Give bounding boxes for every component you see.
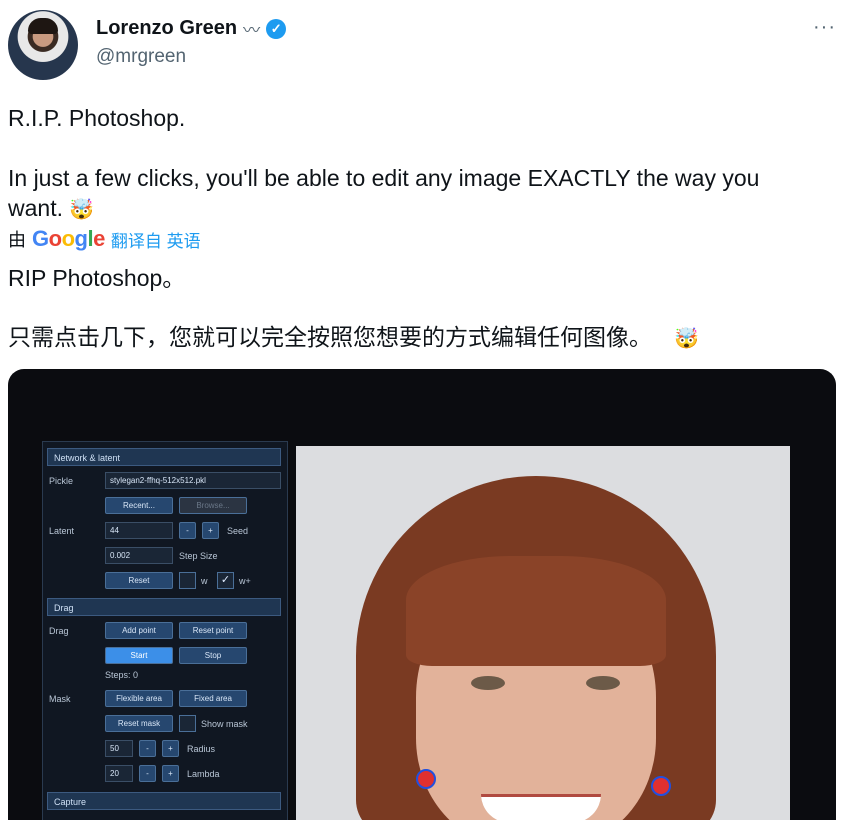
radius-field: 50 xyxy=(105,740,133,757)
seed-plus-button: + xyxy=(202,522,219,539)
browse-button: Browse... xyxy=(179,497,247,514)
google-logo-letter: o xyxy=(48,226,62,251)
bangs-shape xyxy=(406,556,666,666)
translated-line-2-text: 只需点击几下，您就可以完全按照您想要的方式编辑任何图像。 xyxy=(8,324,652,350)
tweet-line-1: R.I.P. Photoshop. xyxy=(8,105,186,131)
reset-button: Reset xyxy=(105,572,173,589)
portrait-image xyxy=(296,446,790,820)
lambda-label: Lambda xyxy=(187,769,220,779)
w-label: w xyxy=(201,576,208,586)
left-eye-shape xyxy=(471,676,505,690)
radius-label: Radius xyxy=(187,744,216,754)
avatar[interactable] xyxy=(8,10,78,80)
handle-point-left-icon xyxy=(416,769,436,789)
google-logo[interactable]: Google xyxy=(32,226,105,252)
seed-label: Seed xyxy=(227,526,249,536)
name-suffix-icon: 〰 xyxy=(243,21,261,40)
mouth-shape xyxy=(481,794,601,820)
handle-point-right-icon xyxy=(651,776,671,796)
steps-label: Steps: 0 xyxy=(105,670,139,680)
draggan-control-panel: Network & latent Pickle stylegan2-ffhq-5… xyxy=(42,441,288,820)
google-logo-letter: e xyxy=(93,226,105,251)
radius-minus-button: - xyxy=(139,740,156,757)
tweet-line-2b-text: want. xyxy=(8,195,63,221)
exploding-head-emoji-icon: 🤯 xyxy=(674,328,700,350)
translation-attribution: 由 Google 翻译自 英语 xyxy=(8,226,201,252)
step-size-label: Step Size xyxy=(179,551,218,561)
more-options-icon[interactable]: ··· xyxy=(813,16,836,39)
drag-label: Drag xyxy=(49,626,69,636)
tweet-header: Lorenzo Green 〰 ✓ @mrgreen ··· xyxy=(8,10,836,82)
reset-point-button: Reset point xyxy=(179,622,247,639)
pickle-label: Pickle xyxy=(49,476,74,486)
author-name[interactable]: Lorenzo Green xyxy=(96,17,237,40)
stop-button: Stop xyxy=(179,647,247,664)
tweet-line-2b: want. 🤯 xyxy=(8,193,838,225)
tweet-media-video[interactable]: Network & latent Pickle stylegan2-ffhq-5… xyxy=(8,369,836,820)
reset-mask-button: Reset mask xyxy=(105,715,173,732)
translated-line-1: RIP Photoshop。 xyxy=(8,265,186,291)
lambda-field: 20 xyxy=(105,765,133,782)
google-logo-letter: o xyxy=(61,226,75,251)
w-plus-label: w+ xyxy=(239,576,251,586)
add-point-button: Add point xyxy=(105,622,173,639)
section-capture: Capture xyxy=(47,792,281,810)
latent-field: 44 xyxy=(105,522,173,539)
start-button: Start xyxy=(105,647,173,664)
flexible-area-button: Flexible area xyxy=(105,690,173,707)
seed-minus-button: - xyxy=(179,522,196,539)
show-mask-label: Show mask xyxy=(201,719,248,729)
exploding-head-emoji-icon: 🤯 xyxy=(69,199,95,221)
google-logo-letter: G xyxy=(32,226,49,251)
section-drag: Drag xyxy=(47,598,281,616)
translated-from-link[interactable]: 翻译自 英语 xyxy=(111,227,201,252)
mask-label: Mask xyxy=(49,694,71,704)
show-mask-checkbox xyxy=(179,715,196,732)
pickle-field: stylegan2-ffhq-512x512.pkl xyxy=(105,472,281,489)
author-name-row: Lorenzo Green 〰 ✓ xyxy=(96,16,287,41)
step-size-field: 0.002 xyxy=(105,547,173,564)
verified-badge-icon: ✓ xyxy=(266,18,287,39)
latent-label: Latent xyxy=(49,526,75,536)
tweet-line-2a: In just a few clicks, you'll be able to … xyxy=(8,165,760,191)
translated-by-label: 由 xyxy=(8,230,26,250)
fixed-area-button: Fixed area xyxy=(179,690,247,707)
google-logo-letter: g xyxy=(74,226,88,251)
w-checkbox xyxy=(179,572,196,589)
lambda-minus-button: - xyxy=(139,765,156,782)
author-handle[interactable]: @mrgreen xyxy=(96,46,186,68)
recent-button: Recent... xyxy=(105,497,173,514)
w-plus-checkbox-checked-icon: ✓ xyxy=(217,572,234,589)
radius-plus-button: + xyxy=(162,740,179,757)
lambda-plus-button: + xyxy=(162,765,179,782)
section-network-latent: Network & latent xyxy=(47,448,281,466)
translated-line-2: 只需点击几下，您就可以完全按照您想要的方式编辑任何图像。 🤯 xyxy=(8,322,838,354)
right-eye-shape xyxy=(586,676,620,690)
